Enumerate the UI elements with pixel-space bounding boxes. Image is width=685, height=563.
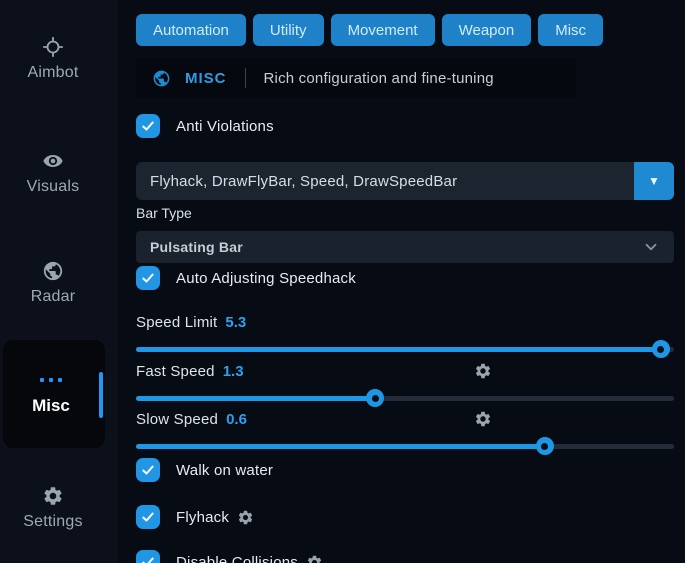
checkbox-label-text: Flyhack [176, 509, 229, 526]
slider-value: 0.6 [226, 411, 247, 428]
checkbox-checked[interactable] [136, 266, 160, 290]
slow-speed-slider[interactable] [136, 437, 674, 455]
bar-type-label: Bar Type [136, 205, 674, 221]
dropdown-open-button[interactable]: ▼ [634, 162, 674, 200]
sidebar: Aimbot Visuals Radar Misc [0, 0, 118, 563]
gear-icon[interactable] [474, 410, 492, 428]
dropdown-value: Pulsating Bar [136, 239, 642, 255]
fast-speed-slider[interactable] [136, 389, 674, 407]
sidebar-item-label: Visuals [0, 178, 106, 196]
tab-movement[interactable]: Movement [331, 14, 435, 46]
slider-group-slow-speed: Slow Speed 0.6 [136, 409, 674, 457]
gear-icon[interactable] [474, 362, 492, 380]
tab-automation[interactable]: Automation [136, 14, 246, 46]
ellipsis-icon [3, 378, 99, 382]
main-panel: Automation Utility Movement Weapon Misc … [118, 0, 685, 563]
sidebar-item-label: Settings [0, 513, 106, 531]
checkbox-row-anti-violations[interactable]: Anti Violations [136, 114, 674, 138]
slider-handle[interactable] [652, 340, 670, 358]
sidebar-item-label: Aimbot [0, 64, 106, 82]
slider-label: Slow Speed [136, 411, 218, 428]
tab-weapon[interactable]: Weapon [442, 14, 532, 46]
sidebar-item-radar[interactable]: Radar [0, 260, 106, 306]
globe-icon [42, 260, 64, 282]
active-indicator [99, 372, 103, 418]
section-header: MISC Rich configuration and fine-tuning [136, 58, 576, 98]
tab-utility[interactable]: Utility [253, 14, 324, 46]
slider-group-fast-speed: Fast Speed 1.3 [136, 361, 674, 409]
gear-icon [42, 485, 64, 507]
gear-icon[interactable] [237, 509, 254, 526]
checkbox-label: Flyhack [176, 509, 254, 526]
checkbox-checked[interactable] [136, 550, 160, 563]
slider-label: Fast Speed [136, 363, 215, 380]
checkbox-row-walk-on-water[interactable]: Walk on water [136, 458, 674, 482]
chevron-down-icon [642, 238, 660, 256]
section-subtitle: Rich configuration and fine-tuning [264, 70, 494, 87]
slider-handle[interactable] [366, 389, 384, 407]
section-title: MISC [185, 70, 227, 87]
slider-value: 5.3 [225, 314, 246, 331]
checkbox-label: Anti Violations [176, 118, 274, 135]
slider-fill [136, 347, 661, 352]
checkbox-row-disable-collisions[interactable]: Disable Collisions [136, 550, 674, 563]
gear-icon[interactable] [306, 554, 323, 563]
checkbox-checked[interactable] [136, 114, 160, 138]
checkbox-label-text: Disable Collisions [176, 554, 298, 563]
category-tabs: Automation Utility Movement Weapon Misc [136, 14, 674, 46]
bar-multi-select[interactable]: Flyhack, DrawFlyBar, Speed, DrawSpeedBar… [136, 162, 674, 200]
checkbox-row-auto-adjusting[interactable]: Auto Adjusting Speedhack [136, 266, 674, 290]
sidebar-item-settings[interactable]: Settings [0, 485, 106, 531]
sidebar-item-visuals[interactable]: Visuals [0, 150, 106, 196]
checkbox-label: Auto Adjusting Speedhack [176, 270, 356, 287]
crosshair-icon [42, 36, 64, 58]
bar-type-dropdown[interactable]: Pulsating Bar [136, 231, 674, 263]
slider-fill [136, 444, 545, 449]
slider-group-speed-limit: Speed Limit 5.3 [136, 312, 674, 360]
sidebar-item-label: Radar [0, 288, 106, 306]
slider-handle[interactable] [536, 437, 554, 455]
checkbox-label: Disable Collisions [176, 554, 323, 563]
eye-icon [42, 150, 64, 172]
checkbox-row-flyhack[interactable]: Flyhack [136, 505, 674, 529]
checkbox-checked[interactable] [136, 505, 160, 529]
sidebar-item-aimbot[interactable]: Aimbot [0, 36, 106, 82]
checkbox-label: Walk on water [176, 462, 273, 479]
slider-value: 1.3 [223, 363, 244, 380]
sidebar-item-misc[interactable]: Misc [3, 340, 105, 448]
checkbox-checked[interactable] [136, 458, 160, 482]
separator [245, 68, 246, 88]
app-window: Aimbot Visuals Radar Misc [0, 0, 685, 563]
caret-down-icon: ▼ [648, 174, 660, 188]
globe-icon [152, 69, 171, 88]
tab-misc[interactable]: Misc [538, 14, 603, 46]
multi-select-value: Flyhack, DrawFlyBar, Speed, DrawSpeedBar [136, 173, 634, 190]
sidebar-item-label: Misc [3, 396, 99, 416]
speed-limit-slider[interactable] [136, 340, 674, 358]
slider-label: Speed Limit [136, 314, 217, 331]
slider-fill [136, 396, 375, 401]
